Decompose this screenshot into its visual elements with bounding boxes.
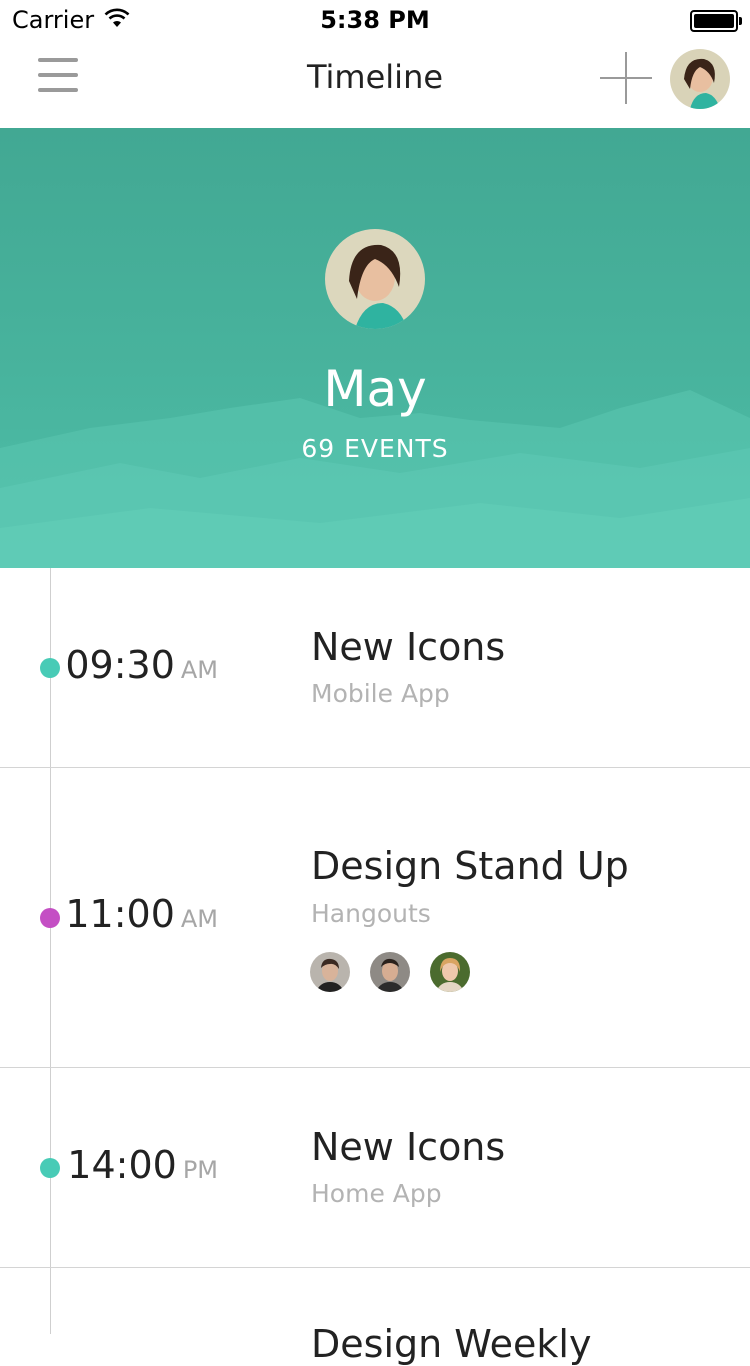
event-row[interactable]: 09:30 AM New Icons Mobile App — [0, 568, 750, 768]
event-subtitle: Mobile App — [311, 679, 450, 708]
event-title: Design Stand Up — [311, 844, 629, 888]
event-time: 09:30 AM — [65, 643, 218, 687]
month-title: May — [323, 360, 427, 418]
event-subtitle: Hangouts — [311, 899, 431, 928]
user-avatar[interactable] — [670, 49, 730, 109]
mountain-background — [0, 390, 750, 568]
attendee-avatar[interactable] — [430, 952, 470, 992]
event-dot — [40, 1158, 60, 1178]
attendee-avatar[interactable] — [310, 952, 350, 992]
event-subtitle: Home App — [311, 1179, 442, 1208]
event-time: 14:00 PM — [67, 1143, 218, 1187]
status-time: 5:38 PM — [320, 6, 430, 34]
event-row[interactable]: 11:00 AM Design Stand Up Hangouts — [0, 768, 750, 1068]
add-event-icon[interactable] — [600, 52, 652, 104]
month-header: May 69 EVENTS — [0, 128, 750, 568]
event-title: New Icons — [311, 1125, 506, 1169]
event-title: Design Weekly — [311, 1322, 592, 1366]
event-title: New Icons — [311, 625, 506, 669]
nav-bar: Timeline — [0, 40, 750, 128]
attendee-avatar[interactable] — [370, 952, 410, 992]
event-count: 69 EVENTS — [301, 434, 449, 463]
event-dot — [40, 658, 60, 678]
event-dot — [40, 908, 60, 928]
event-row[interactable]: 14:00 PM New Icons Home App — [0, 1068, 750, 1268]
event-time: 11:00 AM — [65, 892, 218, 936]
battery-icon — [690, 10, 742, 32]
row-divider — [0, 1267, 750, 1268]
profile-avatar[interactable] — [325, 229, 425, 329]
status-bar: Carrier 5:38 PM — [0, 0, 750, 40]
